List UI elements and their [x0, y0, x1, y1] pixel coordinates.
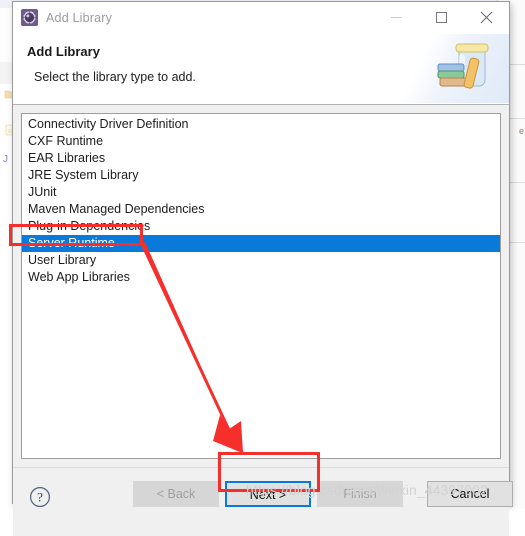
cancel-button[interactable]: Cancel [427, 481, 513, 507]
window-controls [374, 2, 509, 33]
list-item[interactable]: Maven Managed Dependencies [22, 201, 500, 218]
list-item[interactable]: Connectivity Driver Definition [22, 116, 500, 133]
dialog-title: Add Library [46, 10, 113, 25]
library-type-list[interactable]: Connectivity Driver Definition CXF Runti… [21, 113, 501, 459]
backdrop-right-text: e [518, 126, 524, 136]
banner-title: Add Library [27, 44, 100, 59]
dialog-footer: ? < Back Next > Finish Cancel [13, 467, 513, 536]
list-item[interactable]: User Library [22, 252, 500, 269]
dialog-titlebar[interactable]: Add Library [13, 2, 509, 34]
maximize-button[interactable] [419, 2, 464, 33]
list-item[interactable]: Web App Libraries [22, 269, 500, 286]
list-item-selected[interactable]: Server Runtime [22, 235, 500, 252]
close-icon [480, 11, 493, 24]
list-item[interactable]: CXF Runtime [22, 133, 500, 150]
dialog-banner: Add Library Select the library type to a… [13, 34, 509, 105]
list-item[interactable]: Plug-in Dependencies [22, 218, 500, 235]
finish-button[interactable]: Finish [317, 481, 403, 507]
banner-artwork [389, 34, 509, 103]
banner-subtitle: Select the library type to add. [34, 70, 196, 84]
dialog-body: Connectivity Driver Definition CXF Runti… [13, 105, 509, 467]
minimize-icon [391, 17, 402, 18]
add-library-dialog: Add Library Add Library Select the libra… [12, 1, 513, 536]
list-item[interactable]: JUnit [22, 184, 500, 201]
list-item[interactable]: JRE System Library [22, 167, 500, 184]
list-item[interactable]: EAR Libraries [22, 150, 500, 167]
help-icon[interactable]: ? [29, 486, 51, 508]
close-button[interactable] [464, 2, 509, 33]
svg-text:?: ? [37, 489, 43, 504]
screenshot-root: J e Add Library Add Library Select the l… [0, 0, 525, 536]
dialog-button-row: < Back Next > Finish Cancel [133, 481, 513, 507]
maximize-icon [436, 12, 447, 23]
next-button[interactable]: Next > [225, 481, 311, 507]
backdrop-tree-label: J [3, 154, 8, 165]
back-button[interactable]: < Back [133, 481, 219, 507]
eclipse-gear-icon [21, 9, 38, 26]
library-jar-books-icon [437, 43, 489, 89]
minimize-button[interactable] [374, 2, 419, 33]
